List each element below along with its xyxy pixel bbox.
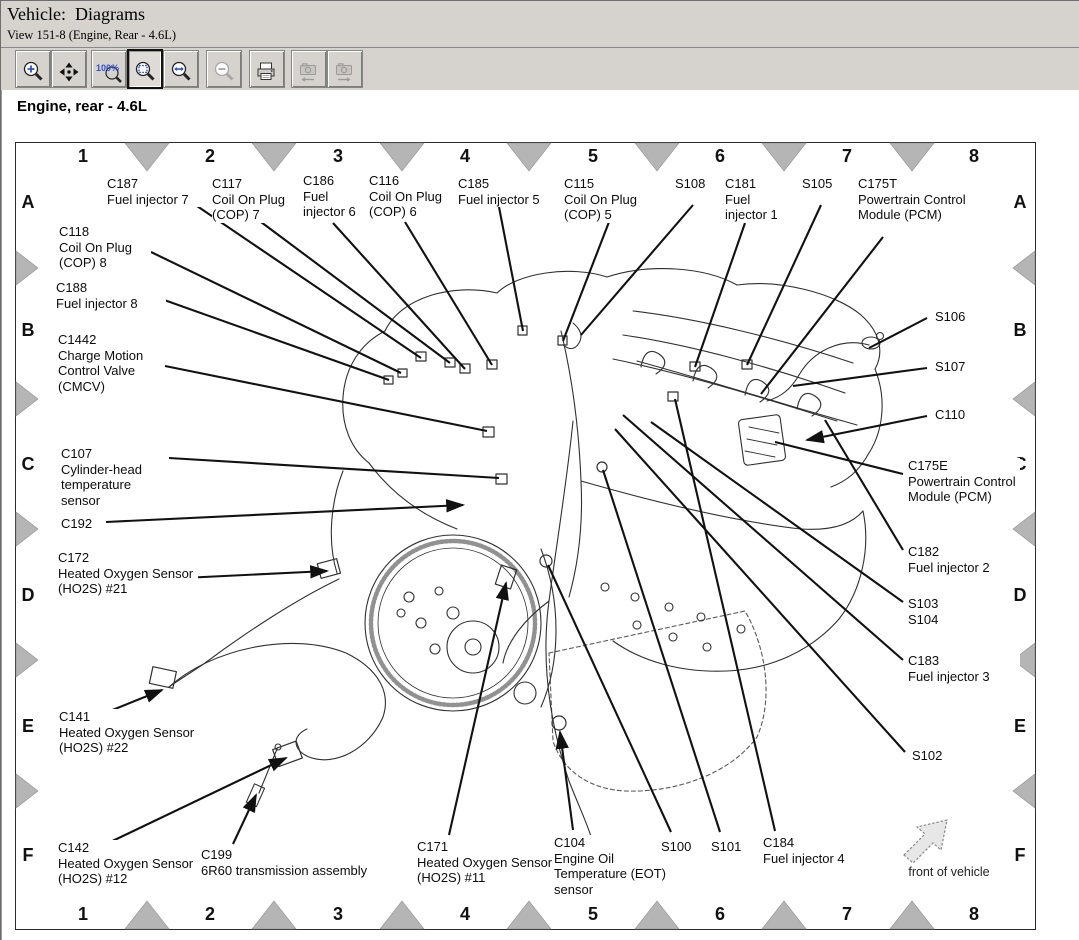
grid-row-right: B [1005, 320, 1035, 341]
callout-c184: C184Fuel injector 4 [763, 835, 873, 866]
callout-c110: C110 [935, 407, 979, 423]
print-button[interactable] [249, 50, 285, 88]
callout-s105: S105 [802, 176, 846, 192]
grid-row-left: A [13, 192, 43, 213]
zoom-out-button [206, 50, 242, 88]
grid-col-bottom: 5 [578, 904, 608, 925]
grid-col-bottom: 6 [705, 904, 735, 925]
grid-row-left: B [13, 320, 43, 341]
prev-view-button [291, 50, 327, 88]
callout-c175t: C175TPowertrain Control Module (PCM) [858, 176, 968, 223]
callout-c116: C116Coil On Plug (COP) 6 [369, 173, 457, 220]
pan-button[interactable] [51, 50, 87, 88]
callout-s101: S101 [711, 839, 755, 855]
callout-c185: C185Fuel injector 5 [458, 176, 562, 207]
pan-icon [52, 60, 86, 84]
fit-width-icon [164, 60, 198, 84]
grid-row-right: E [1005, 716, 1035, 737]
fit-page-icon [129, 60, 161, 84]
callout-c186: C186Fuel injector 6 [303, 173, 367, 220]
grid-col-bottom: 8 [959, 904, 989, 925]
callout-c199: C1996R60 transmission assembly [201, 847, 411, 878]
callout-c117: C117Coil On Plug (COP) 7 [212, 176, 300, 223]
grid-row-left: F [13, 845, 43, 866]
callout-c181: C181Fuel injector 1 [725, 176, 791, 223]
grid-col-top: 4 [450, 146, 480, 167]
callout-c141: C141Heated Oxygen Sensor (HO2S) #22 [59, 709, 199, 756]
grid-row-right: F [1005, 845, 1035, 866]
zoom-in-button[interactable] [15, 50, 51, 88]
zoom-100-button[interactable]: 100% [91, 50, 127, 88]
grid-col-bottom: 2 [195, 904, 225, 925]
callout-s108: S108 [675, 176, 719, 192]
zoom-in-icon [16, 60, 50, 84]
fit-page-button[interactable] [127, 49, 163, 89]
prev-view-icon [292, 60, 326, 84]
callout-c171: C171Heated Oxygen Sensor (HO2S) #11 [417, 839, 557, 886]
callout-c107: C107Cylinder-head temperature sensor [61, 446, 161, 508]
callout-c183: C183Fuel injector 3 [908, 653, 1020, 684]
grid-row-right: D [1005, 585, 1035, 606]
window-title: Vehicle: Diagrams [7, 4, 145, 25]
callout-c187: C187Fuel injector 7 [107, 176, 207, 207]
callout-c1442: C1442Charge Motion Control Valve (CMCV) [58, 332, 158, 394]
callout-c142: C142Heated Oxygen Sensor (HO2S) #12 [58, 840, 198, 887]
zoom-out-icon [207, 60, 241, 84]
front-of-vehicle-label: front of vehicle [894, 865, 1004, 879]
zoom-100-icon: 100% [92, 60, 126, 84]
callout-c115: C115Coil On Plug (COP) 5 [564, 176, 652, 223]
callout-c172: C172Heated Oxygen Sensor (HO2S) #21 [58, 550, 198, 597]
grid-col-top: 3 [323, 146, 353, 167]
callout-s106: S106 [935, 309, 979, 325]
callout-c175e: C175EPowertrain Control Module (PCM) [908, 458, 1020, 505]
fit-width-button[interactable] [163, 50, 199, 88]
callout-c188: C188Fuel injector 8 [56, 280, 166, 311]
callout-c118: C118Coil On Plug (COP) 8 [59, 224, 151, 271]
title-bar: Vehicle: Diagrams View 151-8 (Engine, Re… [1, 1, 1079, 48]
grid-col-top: 5 [578, 146, 608, 167]
grid-row-left: C [13, 454, 43, 475]
grid-row-left: D [13, 585, 43, 606]
next-view-icon [328, 60, 362, 84]
diagram-viewer-window: Vehicle: Diagrams View 151-8 (Engine, Re… [0, 0, 1079, 940]
grid-row-left: E [13, 716, 43, 737]
grid-col-top: 8 [959, 146, 989, 167]
grid-col-bottom: 1 [68, 904, 98, 925]
view-subtitle: View 151-8 (Engine, Rear - 4.6L) [7, 28, 176, 43]
callout-c192: C192 [61, 516, 105, 532]
diagram-title: Engine, rear - 4.6L [17, 98, 147, 115]
diagram-image[interactable] [15, 142, 1036, 930]
grid-col-bottom: 3 [323, 904, 353, 925]
toolbar: 100% [1, 48, 1079, 91]
grid-col-top: 7 [832, 146, 862, 167]
grid-col-bottom: 4 [450, 904, 480, 925]
grid-row-right: A [1005, 192, 1035, 213]
grid-col-top: 1 [68, 146, 98, 167]
callout-s100: S100 [661, 839, 705, 855]
callout-c182: C182Fuel injector 2 [908, 544, 1020, 575]
callout-s102: S102 [912, 748, 956, 764]
callout-s103-s104: S103S104 [908, 596, 968, 627]
next-view-button [327, 50, 363, 88]
grid-col-bottom: 7 [832, 904, 862, 925]
callout-s107: S107 [935, 359, 979, 375]
grid-col-top: 2 [195, 146, 225, 167]
print-icon [250, 60, 284, 84]
svg-text:100%: 100% [96, 63, 119, 73]
grid-col-top: 6 [705, 146, 735, 167]
